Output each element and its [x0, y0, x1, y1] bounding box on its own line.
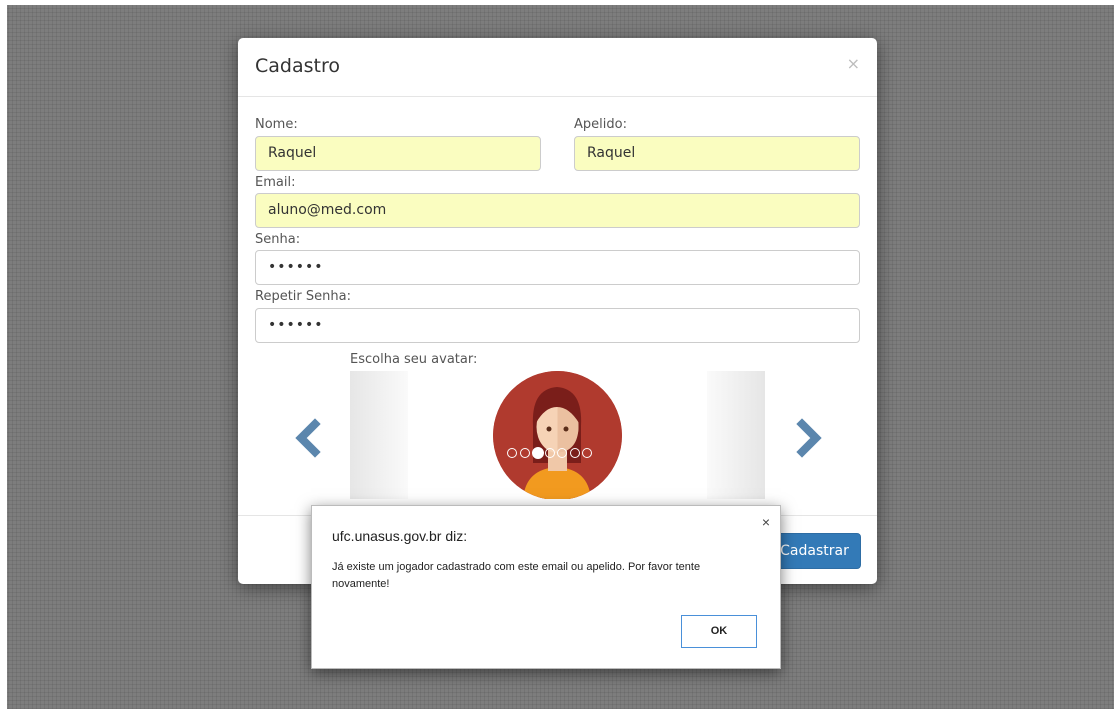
- repetir-senha-label: Repetir Senha:: [255, 289, 351, 304]
- chevron-right-icon[interactable]: [794, 418, 824, 458]
- cadastrar-button[interactable]: Cadastrar: [768, 533, 861, 569]
- repetir-senha-input[interactable]: ••••••: [255, 308, 860, 343]
- page-edge-top: [0, 0, 1114, 5]
- apelido-input[interactable]: Raquel: [574, 136, 860, 171]
- page-edge-left: [0, 0, 7, 709]
- pagination-dot[interactable]: [507, 448, 517, 458]
- pagination-dot[interactable]: [582, 448, 592, 458]
- avatar-image[interactable]: [493, 371, 622, 499]
- modal-title: Cadastro: [255, 55, 340, 77]
- senha-label: Senha:: [255, 232, 301, 247]
- nome-input[interactable]: Raquel: [255, 136, 541, 171]
- chevron-left-icon[interactable]: [293, 418, 323, 458]
- browser-alert-dialog: ufc.unasus.gov.br diz: × Já existe um jo…: [311, 505, 781, 669]
- email-label: Email:: [255, 175, 296, 190]
- registration-modal: Cadastro × Nome: Raquel Apelido: Raquel …: [238, 38, 877, 584]
- avatar-label: Escolha seu avatar:: [350, 352, 478, 367]
- alert-message: Já existe um jogador cadastrado com este…: [332, 561, 701, 590]
- avatar-slide-next[interactable]: [707, 371, 765, 499]
- nome-label: Nome:: [255, 117, 298, 132]
- female-avatar-icon: [493, 371, 622, 499]
- pagination-dot[interactable]: [544, 448, 555, 458]
- close-icon[interactable]: ×: [847, 54, 860, 73]
- avatar-slide-prev[interactable]: [350, 371, 408, 499]
- alert-close-icon[interactable]: ×: [762, 514, 770, 530]
- alert-title: ufc.unasus.gov.br diz:: [332, 528, 468, 544]
- avatar-carousel[interactable]: [350, 371, 765, 499]
- pagination-dot[interactable]: [557, 448, 567, 458]
- alert-ok-button[interactable]: OK: [681, 615, 757, 648]
- modal-header: Cadastro ×: [238, 38, 877, 97]
- pagination-dot[interactable]: [519, 448, 530, 458]
- apelido-label: Apelido:: [574, 117, 627, 132]
- email-input[interactable]: aluno@med.com: [255, 193, 860, 228]
- pagination-dot[interactable]: [569, 448, 580, 458]
- pagination-dot-active[interactable]: [532, 447, 544, 459]
- avatar-pagination: [507, 447, 607, 462]
- senha-input[interactable]: ••••••: [255, 250, 860, 285]
